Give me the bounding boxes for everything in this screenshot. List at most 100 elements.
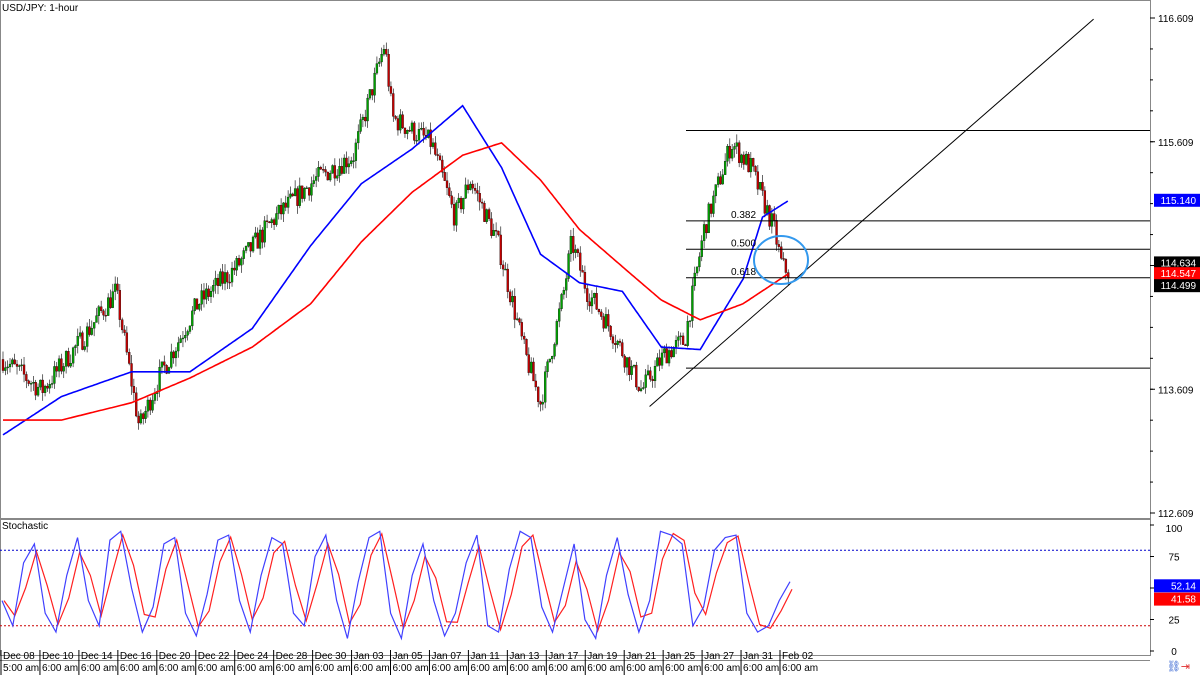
- candle-body: [36, 386, 40, 396]
- candle-body: [64, 351, 68, 367]
- candle-body: [174, 350, 178, 359]
- moving-average-slow: [3, 142, 789, 421]
- candle-body: [766, 205, 769, 214]
- candle-body: [770, 213, 774, 227]
- candle-body: [705, 224, 708, 234]
- candle-body: [635, 364, 638, 388]
- candle-body: [347, 163, 351, 168]
- candle-body: [22, 364, 26, 375]
- price-chart[interactable]: 116.609115.609114.609113.609112.60910075…: [0, 0, 1200, 675]
- candle-body: [368, 89, 372, 99]
- candle-body: [518, 318, 521, 323]
- candle-body: [97, 306, 100, 316]
- x-tick-date: Dec 14: [81, 651, 113, 662]
- candle-body: [249, 242, 252, 252]
- candle-body: [18, 365, 21, 367]
- candle-body: [361, 116, 365, 120]
- candle-body: [69, 362, 72, 367]
- candle-body: [396, 118, 400, 131]
- x-tick-time: 5:00 am: [3, 663, 39, 674]
- candle-body: [611, 336, 615, 344]
- candle-body: [754, 166, 757, 172]
- candle-body: [149, 399, 152, 411]
- candle-body: [544, 371, 547, 403]
- candle-body: [139, 413, 143, 424]
- candle-body: [242, 250, 245, 259]
- candle-body: [709, 203, 713, 214]
- candle-body: [637, 386, 640, 391]
- x-tick-date: Jan 21: [626, 651, 656, 662]
- candle-body: [55, 366, 58, 372]
- candle-body: [233, 267, 236, 271]
- x-tick-date: Dec 10: [42, 651, 74, 662]
- candle-body: [312, 180, 315, 184]
- x-tick-date: Jan 11: [470, 651, 500, 662]
- x-tick-time: 6:00 am: [393, 663, 429, 674]
- candle-body: [614, 343, 617, 345]
- x-tick-time: 6:00 am: [548, 663, 584, 674]
- candle-body: [394, 116, 397, 119]
- candle-body: [6, 366, 9, 369]
- candle-body: [420, 128, 423, 130]
- candle-body: [142, 413, 145, 419]
- candle-body: [735, 142, 738, 147]
- candle-body: [382, 49, 386, 55]
- candle-body: [373, 72, 376, 96]
- candle-body: [375, 63, 379, 74]
- candle-body: [539, 401, 542, 405]
- candle-body: [268, 221, 271, 224]
- price-label: 115.140: [1161, 196, 1197, 207]
- candle-body: [410, 122, 414, 132]
- x-tick-time: 6:00 am: [315, 663, 351, 674]
- candle-body: [464, 184, 467, 199]
- candle-body: [609, 325, 612, 337]
- candle-body: [780, 246, 783, 259]
- scroll-end-icon[interactable]: ⇥: [1181, 661, 1190, 673]
- candle-body: [719, 176, 722, 185]
- candle-body: [558, 308, 561, 322]
- candle-body: [130, 363, 133, 387]
- candle-body: [20, 364, 23, 367]
- trendline: [649, 18, 1094, 407]
- candle-body: [125, 332, 129, 353]
- candle-body: [128, 352, 131, 364]
- candle-body: [50, 383, 54, 385]
- candle-body: [71, 347, 75, 364]
- candle-body: [721, 174, 724, 185]
- stoch-tick-label: 25: [1168, 616, 1180, 627]
- candle-body: [279, 204, 283, 215]
- link-icon[interactable]: ⛓⇥: [1167, 660, 1190, 673]
- candle-body: [768, 205, 771, 227]
- candle-body: [406, 130, 409, 134]
- candle-body: [90, 328, 93, 335]
- candle-body: [534, 380, 537, 388]
- y-tick-label: 115.609: [1158, 138, 1194, 149]
- candle-body: [581, 270, 584, 273]
- candle-body: [408, 130, 411, 132]
- candle-body: [742, 154, 745, 165]
- candle-body: [29, 383, 33, 385]
- candle-body: [623, 355, 626, 368]
- candle-body: [81, 332, 84, 350]
- candle-body: [756, 171, 760, 190]
- candle-body: [25, 374, 28, 381]
- candle-body: [286, 196, 290, 208]
- x-tick-date: Jan 17: [548, 651, 578, 662]
- candle-body: [714, 184, 717, 197]
- candle-body: [221, 271, 224, 284]
- chart-window: 116.609115.609114.609113.609112.60910075…: [0, 0, 1200, 675]
- candle-body: [254, 232, 257, 238]
- candle-body: [322, 169, 325, 171]
- candle-body: [667, 350, 671, 364]
- x-tick-date: Dec 20: [159, 651, 191, 662]
- candle-body: [329, 173, 332, 181]
- candle-body: [198, 304, 201, 310]
- candle-body: [27, 380, 30, 384]
- candle-body: [530, 361, 533, 373]
- candle-body: [579, 252, 582, 271]
- candle-body: [448, 187, 451, 196]
- candle-body: [275, 213, 278, 225]
- candle-body: [602, 316, 605, 329]
- candle-body: [462, 198, 465, 210]
- candle-body: [146, 399, 150, 412]
